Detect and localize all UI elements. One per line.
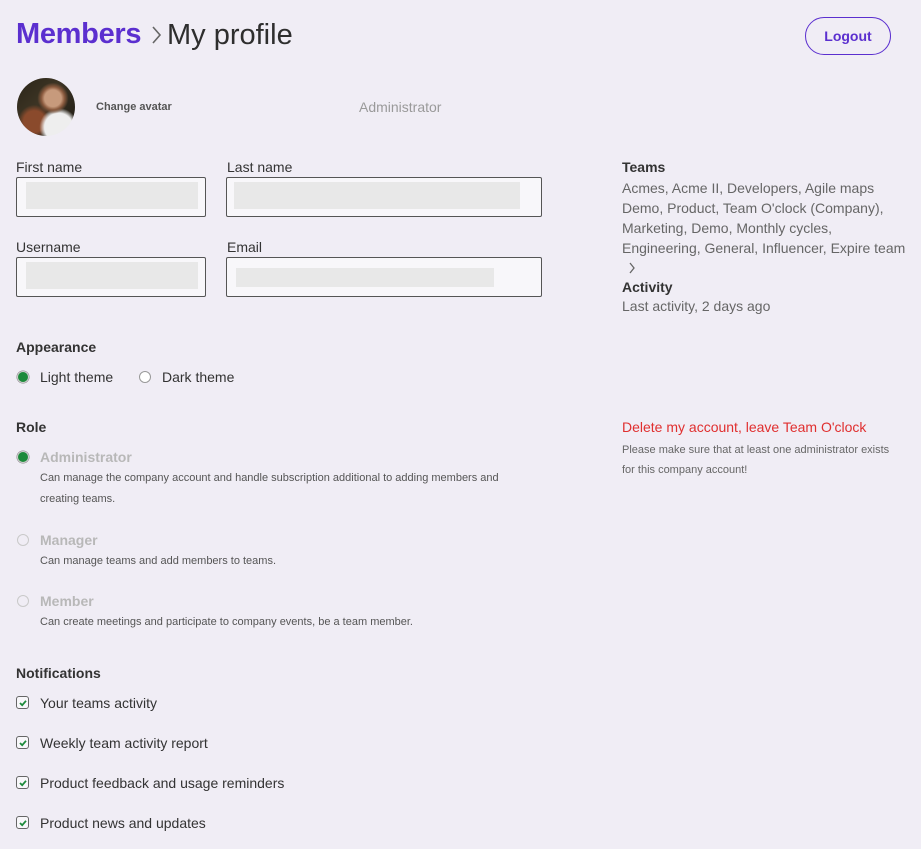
weekly-report-checkbox[interactable] [16, 736, 29, 749]
teams-activity-label: Your teams activity [40, 695, 157, 711]
last-name-input[interactable] [227, 178, 541, 216]
administrator-radio[interactable] [17, 451, 29, 463]
username-input[interactable] [17, 258, 205, 296]
first-name-field[interactable] [16, 177, 206, 217]
chevron-right-icon[interactable] [628, 262, 636, 274]
last-activity: Last activity, 2 days ago [622, 298, 771, 314]
check-icon [19, 700, 27, 707]
notification-weekly-report[interactable]: Weekly team activity report [16, 735, 336, 752]
email-input[interactable] [227, 258, 541, 296]
light-theme-option[interactable]: Light theme [16, 369, 136, 386]
first-name-input[interactable] [17, 178, 205, 216]
check-icon [19, 780, 27, 787]
role-option-member[interactable]: Member Can create meetings and participa… [16, 593, 556, 634]
teams-activity-checkbox[interactable] [16, 696, 29, 709]
username-field[interactable] [16, 257, 206, 297]
activity-heading: Activity [622, 279, 673, 295]
last-name-label: Last name [227, 159, 293, 175]
product-news-checkbox[interactable] [16, 816, 29, 829]
email-label: Email [227, 239, 263, 255]
product-news-label: Product news and updates [40, 815, 206, 831]
administrator-label: Administrator [40, 449, 132, 465]
notifications-heading: Notifications [16, 665, 101, 681]
breadcrumb-members[interactable]: Members [16, 18, 142, 51]
manager-label: Manager [40, 532, 98, 548]
username-label: Username [16, 239, 81, 255]
manager-radio[interactable] [17, 534, 29, 546]
dark-theme-radio[interactable] [139, 371, 151, 383]
member-description: Can create meetings and participate to c… [40, 616, 413, 628]
check-icon [19, 820, 27, 827]
chevron-right-icon [152, 26, 162, 44]
logout-button[interactable]: Logout [805, 17, 891, 55]
notification-teams-activity[interactable]: Your teams activity [16, 695, 336, 712]
role-option-administrator[interactable]: Administrator Can manage the company acc… [16, 449, 556, 510]
dark-theme-label: Dark theme [162, 369, 235, 385]
notification-product-feedback[interactable]: Product feedback and usage reminders [16, 775, 336, 792]
check-icon [19, 740, 27, 747]
delete-account-link[interactable]: Delete my account, leave Team O'clock [622, 419, 866, 435]
avatar[interactable] [17, 78, 75, 136]
teams-list-text: Acmes, Acme II, Developers, Agile maps D… [622, 180, 906, 256]
appearance-heading: Appearance [16, 339, 97, 355]
weekly-report-label: Weekly team activity report [40, 735, 208, 751]
member-radio[interactable] [17, 595, 29, 607]
email-field[interactable] [226, 257, 542, 297]
role-heading: Role [16, 419, 47, 435]
change-avatar-link[interactable]: Change avatar [96, 101, 172, 113]
teams-heading: Teams [622, 159, 666, 175]
product-feedback-label: Product feedback and usage reminders [40, 775, 285, 791]
role-option-manager[interactable]: Manager Can manage teams and add members… [16, 532, 556, 573]
dark-theme-option[interactable]: Dark theme [138, 369, 258, 386]
member-label: Member [40, 593, 94, 609]
teams-list: Acmes, Acme II, Developers, Agile maps D… [622, 178, 912, 278]
first-name-label: First name [16, 159, 83, 175]
role-display: Administrator [359, 99, 442, 115]
delete-account-note: Please make sure that at least one admin… [622, 444, 890, 476]
light-theme-label: Light theme [40, 369, 114, 385]
page-title: My profile [167, 19, 293, 51]
product-feedback-checkbox[interactable] [16, 776, 29, 789]
last-name-field[interactable] [226, 177, 542, 217]
notification-product-news[interactable]: Product news and updates [16, 815, 336, 832]
administrator-description: Can manage the company account and handl… [40, 472, 499, 505]
manager-description: Can manage teams and add members to team… [40, 555, 277, 567]
light-theme-radio[interactable] [17, 371, 29, 383]
